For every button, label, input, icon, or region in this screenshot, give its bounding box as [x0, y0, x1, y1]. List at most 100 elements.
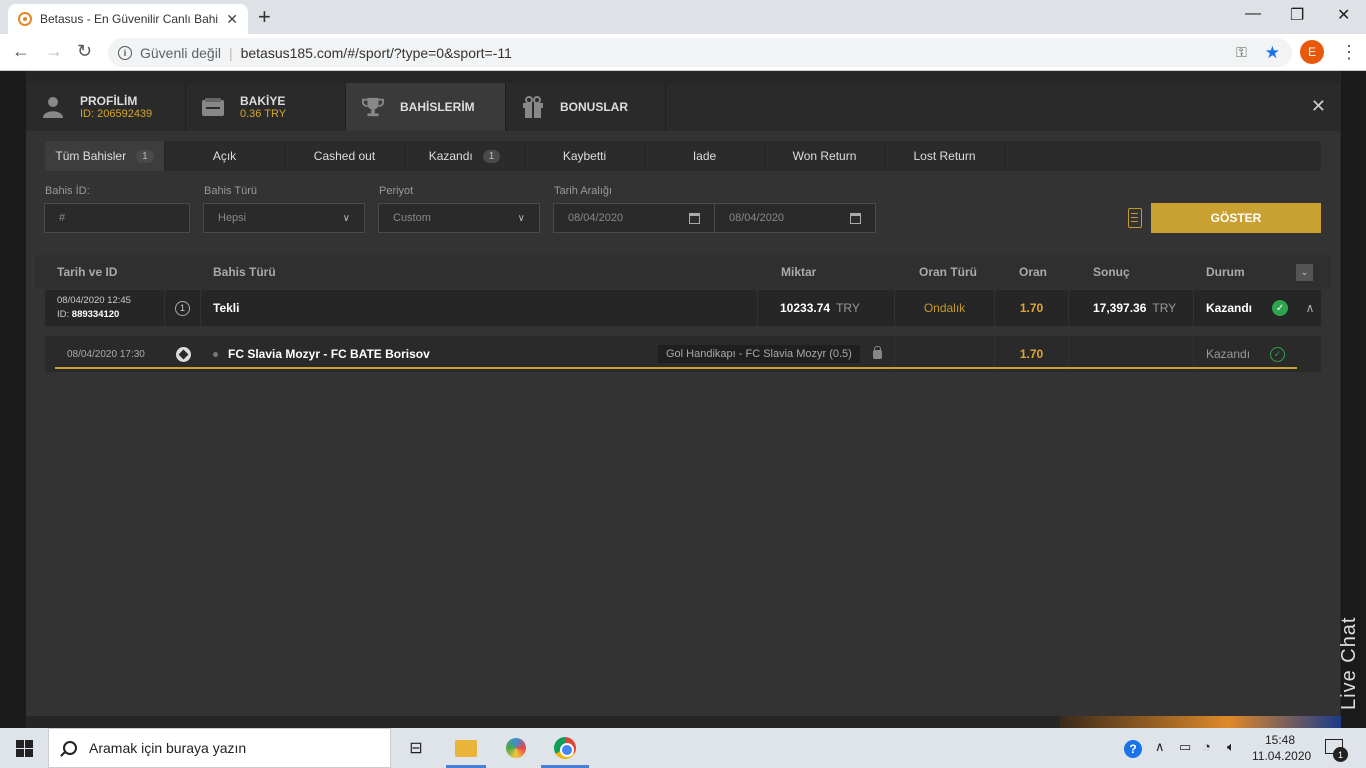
profile-avatar[interactable]: E	[1300, 40, 1324, 64]
filter-tab-all[interactable]: Tüm Bahisler 1	[45, 141, 165, 171]
live-chat-tab[interactable]: Live Chat	[1338, 617, 1361, 711]
filter-tab-label: Iade	[692, 149, 717, 163]
bet-amount-cell: 10233.74 TRY	[758, 290, 895, 326]
profile-id: ID: 206592439	[80, 107, 153, 120]
new-tab-icon[interactable]: +	[258, 6, 271, 28]
file-explorer-icon[interactable]	[454, 736, 478, 760]
event-market: Gol Handikapı - FC Slavia Mozyr (0.5)	[658, 345, 860, 363]
paint-icon[interactable]	[504, 736, 528, 760]
event-match: FC Slavia Mozyr - FC BATE Borisov	[228, 347, 430, 361]
bet-count-cell: 1	[165, 290, 201, 326]
bet-type-select[interactable]: Hepsi ∨	[203, 203, 365, 233]
won-check-icon: ✓	[1272, 300, 1289, 316]
football-icon	[175, 346, 191, 362]
selection-count-icon: 1	[175, 300, 190, 316]
bet-datetime: 08/04/2020 12:45	[57, 295, 131, 306]
collapse-cell[interactable]: ∧	[1299, 290, 1321, 326]
user-icon	[42, 96, 64, 118]
clock-time: 15:48	[1264, 733, 1296, 747]
period-label: Periyot	[379, 185, 414, 197]
modal-close-icon[interactable]: ✕	[1311, 97, 1326, 115]
filter-count-badge: 1	[482, 149, 501, 163]
browser-tab-bar: Betasus - En Güvenilir Canlı Bahis ✕ + —…	[0, 0, 1366, 34]
period-select[interactable]: Custom ∨	[378, 203, 540, 233]
bet-id-input[interactable]: #	[44, 203, 190, 233]
help-icon[interactable]: ?	[1124, 740, 1142, 758]
info-icon[interactable]: i	[118, 45, 132, 60]
battery-icon[interactable]: ▭	[1179, 739, 1191, 755]
chevron-up-icon[interactable]: ∧	[1306, 301, 1315, 315]
chrome-icon[interactable]	[553, 736, 577, 760]
bet-type-label: Bahis Türü	[204, 185, 257, 197]
filter-tab-label: Cashed out	[313, 149, 376, 163]
minimize-icon[interactable]: —	[1245, 5, 1261, 23]
omnibox-separator: |	[228, 44, 233, 61]
restore-icon[interactable]: ❐	[1290, 5, 1304, 25]
tab-balance[interactable]: BAKİYE 0.36 TRY	[186, 83, 346, 131]
browser-menu-icon[interactable]: ⋮	[1340, 42, 1358, 63]
tab-profile[interactable]: PROFİLİM ID: 206592439	[26, 83, 186, 131]
key-icon[interactable]: ⚿	[1236, 44, 1247, 61]
expand-all-icon[interactable]: ⌄	[1296, 264, 1313, 281]
odds-type: Ondalık	[923, 301, 966, 315]
clipboard-icon[interactable]	[1128, 208, 1142, 228]
bet-id-label: Bahis İD:	[45, 185, 90, 197]
calendar-icon[interactable]	[689, 212, 700, 224]
status-text: Kazandı	[1206, 301, 1253, 315]
tab-my-bets-label: BAHİSLERİM	[400, 99, 475, 114]
taskbar-search[interactable]: Aramak için buraya yazın	[48, 728, 391, 768]
search-icon	[63, 741, 77, 755]
chevron-down-icon: ∨	[517, 212, 525, 224]
table-row[interactable]: 08/04/2020 12:45 ID: 889334120 1 Tekli 1…	[45, 290, 1321, 326]
bet-id: 889334120	[71, 309, 120, 320]
bet-type: Tekli	[213, 301, 240, 315]
calendar-icon[interactable]	[850, 212, 861, 224]
tab-my-bets[interactable]: BAHİSLERİM	[346, 83, 506, 131]
filter-tab-won[interactable]: Kazandı 1	[405, 141, 525, 171]
show-button[interactable]: GÖSTER	[1151, 203, 1321, 233]
odds-type-cell: Ondalık	[895, 290, 995, 326]
taskbar-clock[interactable]: 15:48 11.04.2020	[1252, 732, 1312, 764]
clock-date: 11.04.2020	[1252, 749, 1312, 763]
tab-bonuses[interactable]: BONUSLAR	[506, 83, 666, 131]
wifi-icon[interactable]: ◔	[1203, 739, 1211, 754]
url-text[interactable]: betasus185.com/#/sport/?type=0&sport=-11	[241, 45, 512, 61]
col-bet-type: Bahis Türü	[213, 265, 276, 279]
tab-balance-label: BAKİYE	[240, 93, 286, 108]
filter-tab-cashed-out[interactable]: Cashed out	[285, 141, 405, 171]
col-result: Sonuç	[1093, 265, 1130, 279]
date-to-input[interactable]: 08/04/2020	[714, 203, 876, 233]
trophy-icon	[362, 96, 384, 118]
date-range-label: Tarih Aralığı	[554, 185, 613, 197]
bet-amount: 10233.74	[780, 301, 831, 315]
filter-tab-won-return[interactable]: Won Return	[765, 141, 885, 171]
windows-taskbar: Aramak için buraya yazın ⊟ ? ∧ ▭ ◔ 🔈︎ 15…	[0, 728, 1366, 768]
wallet-icon	[202, 96, 224, 118]
windows-start-icon[interactable]	[16, 740, 33, 757]
date-from-input[interactable]: 08/04/2020	[553, 203, 715, 233]
bet-type-cell: Tekli	[201, 290, 758, 326]
filter-tab-label: Kazandı	[428, 149, 473, 163]
volume-icon[interactable]: 🔈︎	[1227, 739, 1235, 755]
reload-icon[interactable]: ↻	[77, 41, 92, 62]
filter-tab-refund[interactable]: Iade	[645, 141, 765, 171]
status-cell: Kazandı ✓	[1194, 290, 1299, 326]
filter-tab-lost[interactable]: Kaybetti	[525, 141, 645, 171]
bookmark-star-icon[interactable]: ★	[1265, 43, 1280, 63]
forward-icon[interactable]: →	[45, 41, 63, 62]
bets-table-header: Tarih ve ID Bahis Türü Miktar Oran Türü …	[35, 255, 1331, 289]
browser-tab[interactable]: Betasus - En Güvenilir Canlı Bahis ✕	[8, 4, 248, 34]
task-view-icon[interactable]: ⊟	[404, 736, 428, 760]
filter-tab-lost-return[interactable]: Lost Return	[885, 141, 1005, 171]
tray-expand-icon[interactable]: ∧	[1155, 739, 1165, 755]
bullet-icon	[213, 351, 218, 357]
back-icon[interactable]: ←	[12, 41, 30, 62]
omnibox[interactable]: i Güvenli değil | betasus185.com/#/sport…	[108, 38, 1292, 67]
tab-profile-label: PROFİLİM	[80, 93, 138, 108]
close-tab-icon[interactable]: ✕	[226, 11, 238, 28]
filter-tab-open[interactable]: Açık	[165, 141, 285, 171]
window-close-icon[interactable]: ✕	[1337, 5, 1350, 25]
bet-id-line: ID: 889334120	[57, 308, 131, 322]
bet-id-prefix: ID:	[57, 309, 70, 320]
security-label[interactable]: Güvenli değil	[140, 45, 221, 61]
